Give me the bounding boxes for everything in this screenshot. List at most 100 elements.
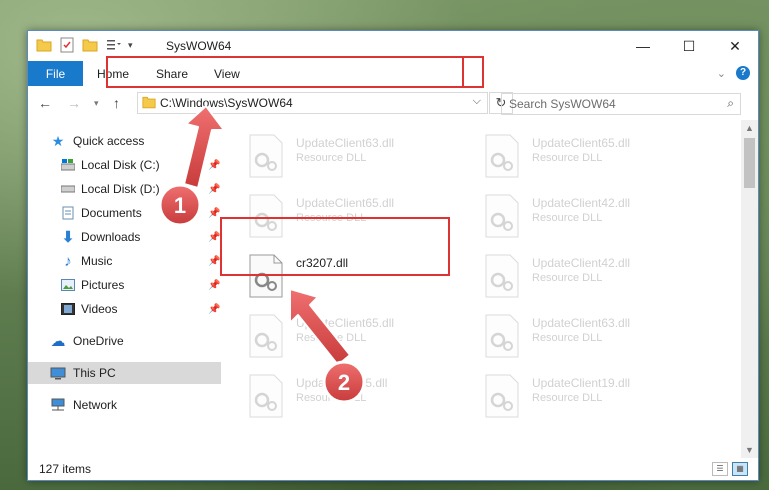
file-description: Resource DLL [296, 152, 367, 164]
sidebar-item-downloads[interactable]: ⬇ Downloads 📌 [28, 226, 221, 248]
up-arrow-icon[interactable]: ↑ [113, 95, 120, 111]
sidebar-item-local-disk-c[interactable]: Local Disk (C:) 📌 [28, 154, 221, 176]
list-item[interactable]: UpdateClient65.dll Resource DLL [481, 128, 706, 186]
vertical-scrollbar[interactable]: ▲ ▼ [741, 120, 758, 458]
list-item[interactable]: UpdateClient63.dll Resource DLL [481, 308, 706, 366]
file-description: Resource DLL [532, 152, 603, 164]
window-controls: — ☐ ✕ [620, 31, 758, 61]
window-title: SysWOW64 [166, 39, 232, 53]
dll-file-icon [485, 254, 519, 298]
dll-file-icon [485, 194, 519, 238]
file-description: Resource DLL [296, 392, 367, 404]
maximize-button[interactable]: ☐ [666, 31, 712, 61]
view-toggle: ☰ ▦ [712, 462, 748, 476]
file-name: UpdateClient42.dll [532, 196, 631, 210]
recent-locations-icon[interactable]: ▾ [94, 98, 99, 109]
file-highlight-box [220, 217, 450, 276]
sidebar-item-music[interactable]: ♪ Music 📌 [28, 250, 221, 272]
chevron-down-icon[interactable]: ▾ [128, 40, 133, 51]
sidebar-item-videos[interactable]: Videos 📌 [28, 298, 221, 320]
address-path: C:\Windows\SysWOW64 [160, 96, 293, 110]
address-bar[interactable]: C:\Windows\SysWOW64 ⌵ [137, 92, 488, 114]
customize-icon[interactable] [105, 37, 121, 53]
file-description: Resource DLL [296, 332, 367, 344]
file-name: UpdateClient63.dll [296, 136, 395, 150]
sidebar-item-label: Downloads [81, 230, 141, 244]
dll-file-icon [249, 134, 283, 178]
scrollbar-thumb[interactable] [744, 138, 755, 188]
file-description: Resource DLL [532, 272, 603, 284]
pin-icon: 📌 [208, 159, 221, 171]
sidebar-item-label: Documents [81, 206, 142, 220]
pin-icon: 📌 [208, 183, 221, 195]
list-item[interactable]: UpdateClient42.dll Resource DLL [481, 188, 706, 246]
drive-icon [60, 181, 76, 197]
list-item[interactable]: UpdateClient63.dll Resource DLL [245, 128, 470, 186]
sidebar-item-onedrive[interactable]: ☁ OneDrive [28, 330, 221, 352]
folder-icon [36, 39, 52, 52]
close-button[interactable]: ✕ [712, 31, 758, 61]
file-name: UpdateClient5.dll [296, 376, 388, 390]
sidebar-item-local-disk-d[interactable]: Local Disk (D:) 📌 [28, 178, 221, 200]
file-name: UpdateClient42.dll [532, 256, 631, 270]
folder-icon [142, 96, 156, 109]
dll-file-icon [485, 134, 519, 178]
new-folder-icon[interactable] [82, 37, 98, 53]
sidebar-item-this-pc[interactable]: This PC [28, 362, 221, 384]
sidebar-item-label: This PC [73, 366, 116, 380]
pin-icon: 📌 [208, 303, 221, 315]
scroll-down-icon[interactable]: ▼ [745, 445, 754, 455]
file-name: UpdateClient19.dll [532, 376, 631, 390]
minimize-button[interactable]: — [620, 31, 666, 61]
file-description: Resource DLL [532, 392, 603, 404]
dll-file-icon [485, 314, 519, 358]
scroll-up-icon[interactable]: ▲ [745, 123, 754, 133]
file-name: UpdateClient65.dll [532, 136, 631, 150]
list-item[interactable]: UpdateClient5.dll Resource DLL [245, 368, 470, 426]
expand-ribbon-icon[interactable]: ⌄ [717, 67, 726, 80]
search-icon: ⌕ [727, 96, 734, 110]
pictures-icon [60, 277, 76, 293]
file-list: UpdateClient63.dll Resource DLL UpdateCl… [221, 120, 741, 458]
sidebar-item-network[interactable]: Network [28, 394, 221, 416]
pin-icon: 📌 [208, 255, 221, 267]
file-description: Resource DLL [532, 212, 603, 224]
sidebar-item-label: Videos [81, 302, 118, 316]
pin-icon: 📌 [208, 207, 221, 219]
list-item[interactable]: UpdateClient42.dll Resource DLL [481, 248, 706, 306]
list-item[interactable]: UpdateClient65.dll Resource DLL [245, 308, 470, 366]
star-icon: ★ [51, 132, 65, 149]
status-bar: 127 items ☰ ▦ [28, 458, 758, 480]
forward-arrow-icon[interactable]: → [67, 95, 81, 111]
file-name: UpdateClient65.dll [296, 196, 395, 210]
sidebar-item-label: Music [81, 254, 113, 268]
tab-file[interactable]: File [28, 61, 83, 86]
pin-icon: 📌 [208, 279, 221, 291]
sidebar-item-label: Pictures [81, 278, 125, 292]
sidebar-item-documents[interactable]: Documents 📌 [28, 202, 221, 224]
refresh-highlight-box [458, 56, 484, 88]
chevron-down-icon[interactable]: ⌵ [473, 95, 481, 108]
navigation-pane: ★ Quick access Local Disk (C:) 📌 Local D… [28, 120, 221, 458]
computer-icon [50, 365, 66, 381]
list-item[interactable]: UpdateClient19.dll Resource DLL [481, 368, 706, 426]
file-description: Resource DLL [532, 332, 603, 344]
dll-file-icon [249, 314, 283, 358]
help-icon[interactable]: ? [736, 66, 750, 80]
back-arrow-icon[interactable]: ← [38, 95, 52, 111]
address-highlight-box [106, 56, 464, 88]
documents-icon [60, 205, 76, 221]
network-icon [50, 397, 66, 413]
search-input[interactable]: Search SysWOW64 ⌕ [501, 93, 741, 115]
sidebar-item-quick-access[interactable]: ★ Quick access [28, 130, 221, 152]
details-view-icon[interactable]: ☰ [712, 462, 728, 476]
properties-icon[interactable] [59, 37, 75, 53]
drive-icon [60, 157, 76, 173]
sidebar-item-pictures[interactable]: Pictures 📌 [28, 274, 221, 296]
sidebar-item-label: Quick access [73, 134, 145, 148]
cloud-icon: ☁ [50, 333, 66, 350]
large-icons-view-icon[interactable]: ▦ [732, 462, 748, 476]
search-placeholder: Search SysWOW64 [509, 97, 616, 111]
sidebar-item-label: Network [73, 398, 118, 412]
download-icon: ⬇ [61, 229, 75, 246]
